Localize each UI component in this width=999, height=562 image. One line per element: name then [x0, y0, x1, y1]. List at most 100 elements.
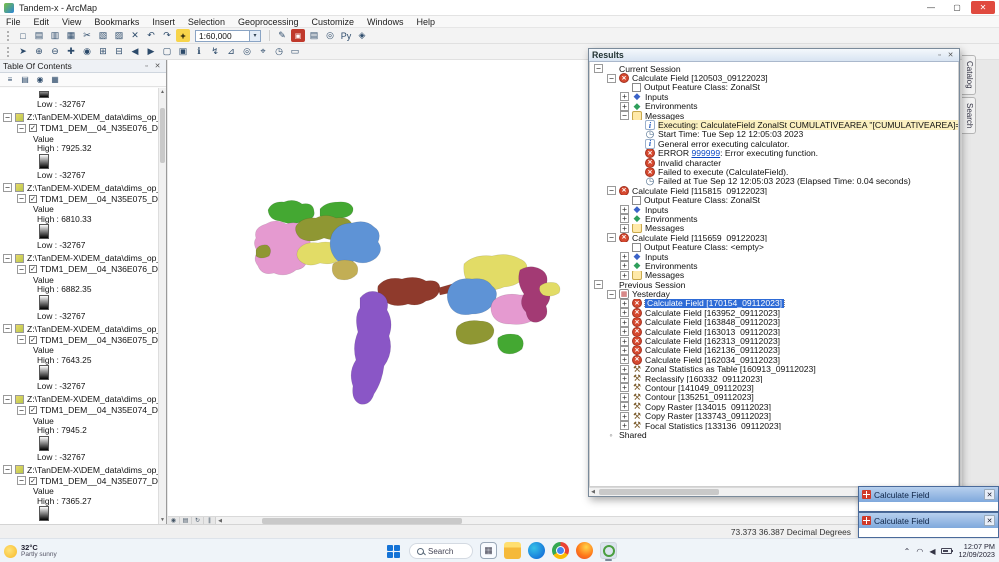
tree-row[interactable]: + Focal Statistics [133136_09112023] [592, 421, 958, 430]
viewer-window-icon[interactable]: ▭ [288, 45, 302, 58]
scrollbar-thumb[interactable] [262, 517, 462, 524]
taskbar-clock[interactable]: 12:07 PM 12/09/2023 [958, 542, 995, 560]
start-button[interactable] [385, 542, 402, 559]
tree-row[interactable]: + Inputs [592, 205, 958, 214]
menu-item[interactable]: Geoprocessing [238, 17, 299, 27]
list-by-source-icon[interactable]: ▤ [19, 74, 31, 86]
tree-row[interactable]: + Environments [592, 214, 958, 224]
delete-icon[interactable]: ✕ [128, 29, 142, 42]
visibility-checkbox[interactable]: ✓ [29, 194, 37, 203]
toc-group-row[interactable]: − Z:\TanDEM-X\DEM_data\dims_op_oc_dfd2_6… [3, 394, 158, 405]
redo-icon[interactable]: ↷ [160, 29, 174, 42]
fixed-zoom-out-icon[interactable]: ⊟ [112, 45, 126, 58]
select-elements-icon[interactable]: ➤ [16, 45, 30, 58]
float-button[interactable]: ▫ [934, 50, 945, 61]
tree-row[interactable]: Output Feature Class: <empty> [592, 242, 958, 252]
expander-icon[interactable]: + [620, 336, 629, 346]
expander-icon[interactable]: − [17, 123, 26, 133]
battery-icon[interactable] [941, 548, 954, 554]
zoom-out-icon[interactable]: ⊖ [48, 45, 62, 58]
expander-icon[interactable]: + [620, 327, 629, 337]
expander-icon[interactable]: + [620, 101, 629, 111]
toc-raster-row[interactable]: − ✓ TDM1_DEM__04_N35E076_DEM.tif [3, 123, 158, 134]
expander-icon[interactable]: − [594, 64, 603, 74]
edge-icon[interactable] [528, 542, 545, 559]
expander-icon[interactable]: − [17, 476, 26, 485]
catalog-window-icon[interactable]: ▤ [307, 29, 321, 42]
weather-widget[interactable]: 32°C Partly sunny [4, 541, 57, 561]
menu-item[interactable]: Bookmarks [94, 17, 139, 27]
tree-row[interactable]: − Calculate Field [115659_09122023] [592, 233, 958, 243]
expander-icon[interactable]: − [607, 233, 616, 243]
tree-row[interactable]: + Calculate Field [163952_09112023] [592, 308, 958, 318]
search-window-icon[interactable]: ◎ [323, 29, 337, 42]
clear-selection-icon[interactable]: ▣ [176, 45, 190, 58]
fixed-zoom-in-icon[interactable]: ⊞ [96, 45, 110, 58]
zoom-in-icon[interactable]: ⊕ [32, 45, 46, 58]
visibility-checkbox[interactable]: ✓ [29, 265, 37, 273]
visibility-checkbox[interactable]: ✓ [29, 406, 37, 414]
close-button[interactable]: ✕ [152, 61, 163, 72]
time-slider-icon[interactable]: ◷ [272, 45, 286, 58]
find-icon[interactable]: ◎ [240, 45, 254, 58]
expander-icon[interactable]: + [620, 261, 629, 271]
close-button[interactable]: ✕ [945, 50, 956, 61]
tree-row[interactable]: − Calculate Field [115815_09122023] [592, 186, 958, 196]
toc-raster-row[interactable]: − ✓ TDM1_DEM__04_N36E076_DEM.tif [3, 264, 158, 275]
tree-row[interactable]: + Messages [592, 223, 958, 234]
menu-item[interactable]: Customize [312, 17, 355, 27]
toolbar-grip[interactable] [7, 30, 11, 41]
expander-icon[interactable]: + [620, 345, 629, 355]
save-icon[interactable]: ▥ [48, 29, 62, 42]
tree-row[interactable]: + Environments [592, 261, 958, 271]
select-features-icon[interactable]: ▢ [160, 45, 174, 58]
list-by-selection-icon[interactable]: ▦ [49, 74, 61, 86]
python-window-icon[interactable]: Py [339, 29, 353, 42]
forward-extent-icon[interactable]: ▶ [144, 45, 158, 58]
calculate-field-dialog[interactable]: Calculate Field ✕ [858, 486, 999, 512]
tree-row[interactable]: Failed to execute (CalculateField). [592, 167, 958, 177]
tree-row[interactable]: ERROR 999999: Error executing function. [592, 148, 958, 158]
expander-icon[interactable]: − [3, 112, 12, 122]
scroll-left-icon[interactable]: ◀ [589, 488, 597, 496]
tree-row[interactable]: − Current Session [592, 64, 958, 73]
expander-icon[interactable]: + [620, 223, 629, 233]
close-icon[interactable]: ✕ [984, 515, 995, 526]
dock-tab[interactable]: Search [962, 96, 976, 134]
close-button[interactable]: ✕ [971, 1, 995, 14]
menu-item[interactable]: Insert [152, 17, 175, 27]
expander-icon[interactable]: + [620, 317, 629, 327]
toc-raster-row[interactable]: − ✓ TDM1_DEM__04_N35E074_DEM.tif [3, 405, 158, 416]
menu-item[interactable]: Help [417, 17, 436, 27]
tree-row[interactable]: + Inputs [592, 92, 958, 102]
tree-row[interactable]: Shared [592, 430, 958, 439]
expander-icon[interactable]: − [607, 289, 616, 299]
tree-row[interactable]: Start Time: Tue Sep 12 12:05:03 2023 [592, 130, 958, 139]
expander-icon[interactable]: − [3, 183, 12, 192]
dialog-titlebar[interactable]: Calculate Field ✕ [859, 487, 998, 502]
taskbar-search[interactable]: Search [409, 543, 473, 559]
tree-row[interactable]: + Messages [592, 270, 958, 280]
expander-icon[interactable]: + [620, 421, 629, 431]
minimize-button[interactable]: — [919, 1, 943, 14]
visibility-checkbox[interactable]: ✓ [29, 476, 37, 485]
tree-row[interactable]: Executing: CalculateField ZonalSt CUMULA… [592, 120, 958, 130]
tree-row[interactable]: − Yesterday [592, 289, 958, 299]
pin-button[interactable]: ▫ [141, 61, 152, 72]
tree-row[interactable]: + Zonal Statistics as Table [160913_0911… [592, 365, 958, 374]
calculate-field-dialog[interactable]: Calculate Field ✕ [858, 512, 999, 538]
full-extent-icon[interactable]: ◉ [80, 45, 94, 58]
expander-icon[interactable]: − [594, 280, 603, 290]
visibility-checkbox[interactable]: ✓ [29, 335, 37, 344]
expander-icon[interactable]: + [620, 383, 629, 393]
expander-icon[interactable]: + [620, 252, 629, 261]
tree-row[interactable]: − Calculate Field [120503_09122023] [592, 73, 958, 83]
new-document-icon[interactable]: □ [16, 29, 30, 42]
expander-icon[interactable]: + [620, 364, 629, 374]
chevron-down-icon[interactable]: ▾ [249, 30, 260, 41]
tree-row[interactable]: + Calculate Field [163013_09112023] [592, 326, 958, 337]
measure-icon[interactable]: ⊿ [224, 45, 238, 58]
tree-row[interactable]: − Previous Session [592, 280, 958, 289]
tree-row[interactable]: Output Feature Class: ZonalSt [592, 195, 958, 205]
expander-icon[interactable]: + [620, 214, 629, 224]
